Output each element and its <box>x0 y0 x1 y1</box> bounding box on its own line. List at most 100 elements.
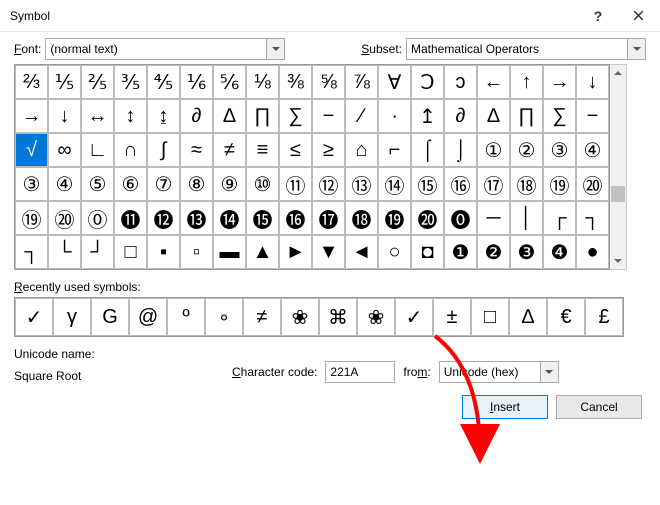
symbol-cell[interactable]: ⌡ <box>444 133 477 167</box>
symbol-cell[interactable]: ∕ <box>345 99 378 133</box>
symbol-cell[interactable]: ⑲ <box>543 167 576 201</box>
symbol-cell[interactable]: ↓ <box>576 65 609 99</box>
font-select[interactable]: (normal text) <box>45 38 285 60</box>
recent-symbol-cell[interactable]: ⌘ <box>319 298 357 336</box>
symbol-cell[interactable]: ⅚ <box>213 65 246 99</box>
recent-symbol-cell[interactable]: ∘ <box>205 298 243 336</box>
symbol-cell[interactable]: ↄ <box>444 65 477 99</box>
recent-symbol-cell[interactable]: º <box>167 298 205 336</box>
symbol-cell[interactable]: │ <box>510 201 543 235</box>
symbol-cell[interactable]: ⑫ <box>312 167 345 201</box>
symbol-cell[interactable]: ○ <box>378 235 411 269</box>
recent-symbol-cell[interactable]: @ <box>129 298 167 336</box>
symbol-grid[interactable]: ⅔⅕⅖⅗⅘⅙⅚⅛⅜⅝⅞ⱯↃↄ←↑→↓→↓↔↕↨∂∆∏∑−∕∙↥∂∆∏∑−√∞∟∩… <box>14 64 610 270</box>
symbol-cell[interactable]: ⅖ <box>81 65 114 99</box>
symbol-cell[interactable]: ❷ <box>477 235 510 269</box>
symbol-cell[interactable]: ┌ <box>543 201 576 235</box>
symbol-cell[interactable]: ⑪ <box>279 167 312 201</box>
symbol-cell[interactable]: ⑦ <box>147 167 180 201</box>
char-code-input[interactable] <box>325 361 395 383</box>
symbol-cell[interactable]: ≈ <box>180 133 213 167</box>
cancel-button[interactable]: Cancel <box>556 395 642 419</box>
symbol-cell[interactable]: ⑳ <box>48 201 81 235</box>
symbol-cell[interactable]: ⑭ <box>378 167 411 201</box>
symbol-cell[interactable]: ◄ <box>345 235 378 269</box>
symbol-cell[interactable]: ◘ <box>411 235 444 269</box>
symbol-cell[interactable]: ─ <box>477 201 510 235</box>
symbol-cell[interactable]: ⑨ <box>213 167 246 201</box>
symbol-cell[interactable]: □ <box>114 235 147 269</box>
symbol-cell[interactable]: ⑤ <box>81 167 114 201</box>
recent-symbol-cell[interactable]: € <box>547 298 585 336</box>
from-select[interactable]: Unicode (hex) <box>439 361 559 383</box>
symbol-cell[interactable]: ❶ <box>444 235 477 269</box>
recent-symbol-cell[interactable]: ≠ <box>243 298 281 336</box>
recent-symbol-cell[interactable]: G <box>91 298 129 336</box>
symbol-cell[interactable]: ┘ <box>81 235 114 269</box>
symbol-cell[interactable]: ② <box>510 133 543 167</box>
scroll-track[interactable] <box>610 81 626 253</box>
symbol-cell[interactable]: ∟ <box>81 133 114 167</box>
scroll-down-icon[interactable] <box>610 253 626 269</box>
symbol-cell[interactable]: ⓪ <box>81 201 114 235</box>
symbol-cell[interactable]: ③ <box>15 167 48 201</box>
symbol-cell[interactable]: ⓮ <box>213 201 246 235</box>
symbol-cell[interactable]: ⑮ <box>411 167 444 201</box>
symbol-cell[interactable]: ∙ <box>378 99 411 133</box>
symbol-cell[interactable]: ∏ <box>510 99 543 133</box>
symbol-cell[interactable]: ∂ <box>180 99 213 133</box>
symbol-cell[interactable]: ⓯ <box>246 201 279 235</box>
symbol-cell[interactable]: ▪ <box>147 235 180 269</box>
symbol-cell[interactable]: ⑳ <box>576 167 609 201</box>
symbol-cell[interactable]: ∩ <box>114 133 147 167</box>
symbol-cell[interactable]: → <box>15 99 48 133</box>
symbol-cell[interactable]: ≠ <box>213 133 246 167</box>
recent-symbol-cell[interactable]: ✓ <box>395 298 433 336</box>
symbol-cell[interactable]: ⅕ <box>48 65 81 99</box>
recent-symbol-cell[interactable]: □ <box>471 298 509 336</box>
symbol-cell[interactable]: ⓫ <box>114 201 147 235</box>
symbol-cell[interactable]: ❹ <box>543 235 576 269</box>
symbol-cell[interactable]: ▬ <box>213 235 246 269</box>
recent-symbol-cell[interactable]: ❀ <box>357 298 395 336</box>
help-button[interactable]: ? <box>580 0 616 32</box>
recent-symbol-cell[interactable]: £ <box>585 298 623 336</box>
symbol-cell[interactable]: ↨ <box>147 99 180 133</box>
symbol-cell[interactable]: ≡ <box>246 133 279 167</box>
symbol-cell[interactable]: ▫ <box>180 235 213 269</box>
symbol-cell[interactable]: ⑥ <box>114 167 147 201</box>
symbol-cell[interactable]: ① <box>477 133 510 167</box>
symbol-cell[interactable]: ▲ <box>246 235 279 269</box>
symbol-cell[interactable]: ④ <box>48 167 81 201</box>
symbol-cell[interactable]: − <box>576 99 609 133</box>
symbol-cell[interactable]: ≥ <box>312 133 345 167</box>
symbol-cell[interactable]: ⅝ <box>312 65 345 99</box>
close-button[interactable] <box>616 0 660 32</box>
symbol-cell[interactable]: ⅞ <box>345 65 378 99</box>
symbol-cell[interactable]: ⓳ <box>378 201 411 235</box>
symbol-cell[interactable]: ⑯ <box>444 167 477 201</box>
symbol-cell[interactable]: ⓰ <box>279 201 312 235</box>
recent-symbol-cell[interactable]: ± <box>433 298 471 336</box>
symbol-cell[interactable]: ∆ <box>213 99 246 133</box>
symbol-cell[interactable]: ⑲ <box>15 201 48 235</box>
symbol-cell[interactable]: ∂ <box>444 99 477 133</box>
symbol-cell[interactable]: ⓲ <box>345 201 378 235</box>
symbol-cell[interactable]: ↔ <box>81 99 114 133</box>
symbol-cell[interactable]: ↕ <box>114 99 147 133</box>
symbol-cell[interactable]: ⅔ <box>15 65 48 99</box>
symbol-cell[interactable]: ∑ <box>543 99 576 133</box>
symbol-cell[interactable]: ∞ <box>48 133 81 167</box>
symbol-cell[interactable]: ④ <box>576 133 609 167</box>
symbol-cell[interactable]: ▼ <box>312 235 345 269</box>
symbol-cell[interactable]: ⌂ <box>345 133 378 167</box>
symbol-cell[interactable]: ⓴ <box>411 201 444 235</box>
insert-button[interactable]: Insert <box>462 395 548 419</box>
symbol-cell[interactable]: ≤ <box>279 133 312 167</box>
symbol-cell[interactable]: ↓ <box>48 99 81 133</box>
symbol-cell[interactable]: ⑩ <box>246 167 279 201</box>
symbol-cell[interactable]: ⑱ <box>510 167 543 201</box>
symbol-cell[interactable]: ⓬ <box>147 201 180 235</box>
symbol-cell[interactable]: → <box>543 65 576 99</box>
symbol-cell[interactable]: ∑ <box>279 99 312 133</box>
